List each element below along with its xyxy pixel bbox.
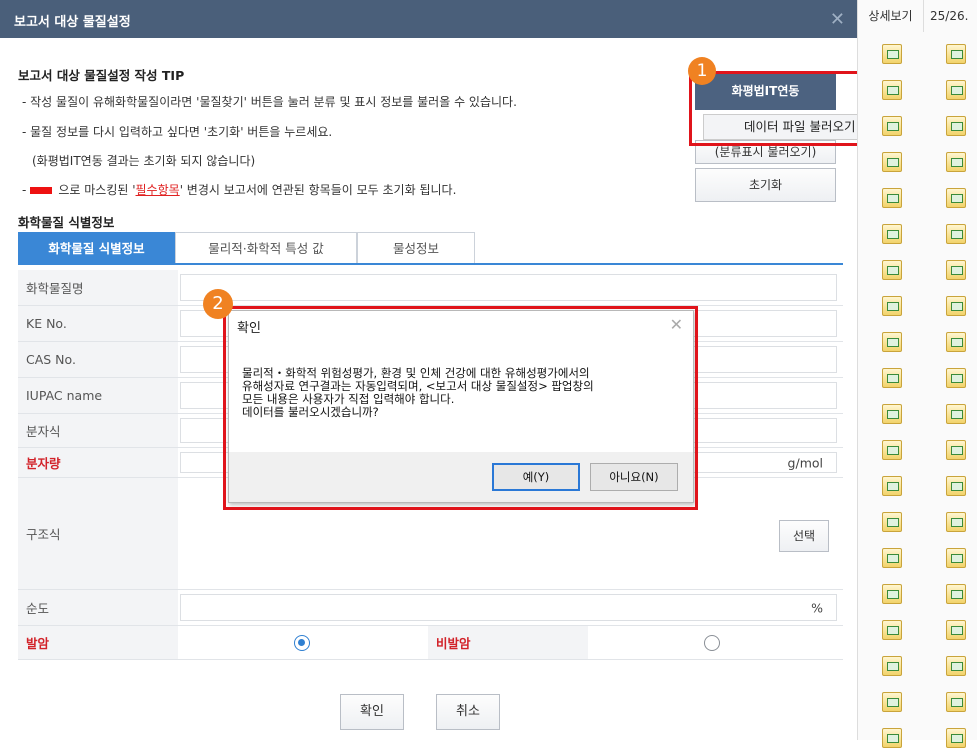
purity-input[interactable] <box>180 594 837 621</box>
structure-select-button[interactable]: 선택 <box>779 520 829 552</box>
ke-no-label: KE No. <box>18 306 178 341</box>
detail-view-icon[interactable] <box>946 692 966 712</box>
detail-view-icon[interactable] <box>946 476 966 496</box>
detail-view-icon[interactable] <box>946 260 966 280</box>
reset-button[interactable]: 초기화 <box>695 168 836 202</box>
tip-line-3: (화평법IT연동 결과는 초기화 되지 않습니다) <box>32 154 256 168</box>
detail-view-icon[interactable] <box>946 728 966 748</box>
iupac-label: IUPAC name <box>18 378 178 413</box>
detail-view-icon[interactable] <box>946 404 966 424</box>
detail-view-icon[interactable] <box>882 332 902 352</box>
close-icon[interactable]: ✕ <box>830 9 845 30</box>
detail-view-icon[interactable] <box>946 224 966 244</box>
background-grid-panel: 상세보기 25/26. <box>857 0 977 748</box>
purity-label: 순도 <box>18 590 178 625</box>
detail-view-icon[interactable] <box>882 368 902 388</box>
detail-view-icon[interactable] <box>946 80 966 100</box>
detail-view-icon[interactable] <box>882 224 902 244</box>
row-carcinogen: 발암 비발암 <box>18 626 843 660</box>
detail-view-icon[interactable] <box>882 80 902 100</box>
detail-view-icon[interactable] <box>882 548 902 568</box>
step-marker-1: 1 <box>688 57 716 85</box>
chemical-name-input[interactable] <box>180 274 837 301</box>
tab-identification[interactable]: 화학물질 식별정보 <box>18 232 175 264</box>
row-chemical-name: 화학물질명 <box>18 270 843 306</box>
detail-view-icon[interactable] <box>946 152 966 172</box>
carcinogen-radio[interactable] <box>294 635 310 651</box>
tab-properties[interactable]: 물성정보 <box>357 232 475 264</box>
detail-view-icon[interactable] <box>882 656 902 676</box>
weight-label: 분자량 <box>18 448 178 477</box>
tab-underline <box>18 263 843 265</box>
detail-view-icon[interactable] <box>882 152 902 172</box>
detail-view-icon[interactable] <box>882 620 902 640</box>
detail-view-icon[interactable] <box>882 44 902 64</box>
ok-button[interactable]: 확인 <box>340 694 404 730</box>
detail-view-icon[interactable] <box>882 692 902 712</box>
detail-view-icon[interactable] <box>946 656 966 676</box>
detail-view-header: 상세보기 <box>858 0 924 32</box>
detail-view-icon[interactable] <box>882 584 902 604</box>
detail-view-icon[interactable] <box>882 116 902 136</box>
non-carcinogen-label: 비발암 <box>428 626 588 659</box>
tip-line-4: - 으로 마스킹된 '필수항목' 변경시 보고서에 연관된 항목들이 모두 초기화… <box>22 181 456 198</box>
cancel-button[interactable]: 취소 <box>436 694 500 730</box>
detail-view-icon[interactable] <box>946 188 966 208</box>
row-purity: 순도 % <box>18 590 843 626</box>
dialog-title: 보고서 대상 물질설정 <box>14 15 131 30</box>
non-carcinogen-radio[interactable] <box>704 635 720 651</box>
tab-physchem-values[interactable]: 물리적·화학적 특성 값 <box>175 232 357 264</box>
detail-view-icon[interactable] <box>882 296 902 316</box>
detail-view-icon[interactable] <box>946 584 966 604</box>
highlight-box-2 <box>223 306 698 510</box>
detail-view-icon[interactable] <box>946 548 966 568</box>
weight-unit: g/mol <box>787 455 823 470</box>
detail-view-icon[interactable] <box>882 440 902 460</box>
red-mask-swatch <box>30 187 53 194</box>
cas-no-label: CAS No. <box>18 342 178 377</box>
detail-view-icon[interactable] <box>946 512 966 532</box>
detail-view-icon[interactable] <box>946 296 966 316</box>
detail-view-icon[interactable] <box>882 476 902 496</box>
detail-view-icon[interactable] <box>882 260 902 280</box>
section-title: 화학물질 식별정보 <box>18 215 115 230</box>
detail-view-icon[interactable] <box>946 332 966 352</box>
detail-view-icon[interactable] <box>946 620 966 640</box>
required-fields-link: 필수항목 <box>135 183 180 197</box>
tip-line-1: - 작성 물질이 유해화학물질이라면 '물질찾기' 버튼을 눌러 분류 및 표시… <box>22 95 517 109</box>
detail-view-icon[interactable] <box>882 512 902 532</box>
chemical-name-label: 화학물질명 <box>18 270 178 305</box>
purity-unit: % <box>811 600 823 615</box>
count-header: 25/26. <box>930 9 969 23</box>
tip-line-4-prefix: - <box>22 183 27 197</box>
tip-title: 보고서 대상 물질설정 작성 TIP <box>18 68 185 83</box>
step-marker-2: 2 <box>203 289 233 319</box>
detail-view-icon[interactable] <box>946 440 966 460</box>
detail-view-icon[interactable] <box>946 116 966 136</box>
tip-line-4-suffix: ' 변경시 보고서에 연관된 항목들이 모두 초기화 됩니다. <box>179 183 457 197</box>
tip-line-2: - 물질 정보를 다시 입력하고 싶다면 '초기화' 버튼을 누르세요. <box>22 125 333 139</box>
carcinogen-label: 발암 <box>18 626 178 659</box>
dialog-titlebar: 보고서 대상 물질설정 ✕ <box>0 0 857 38</box>
detail-view-icon[interactable] <box>882 728 902 748</box>
structure-label: 구조식 <box>18 478 178 589</box>
detail-view-icon[interactable] <box>882 404 902 424</box>
detail-view-icon[interactable] <box>946 44 966 64</box>
detail-view-icon[interactable] <box>946 368 966 388</box>
tip-line-4-mid: 으로 마스킹된 ' <box>58 183 136 197</box>
formula-label: 분자식 <box>18 414 178 447</box>
detail-view-icon[interactable] <box>882 188 902 208</box>
